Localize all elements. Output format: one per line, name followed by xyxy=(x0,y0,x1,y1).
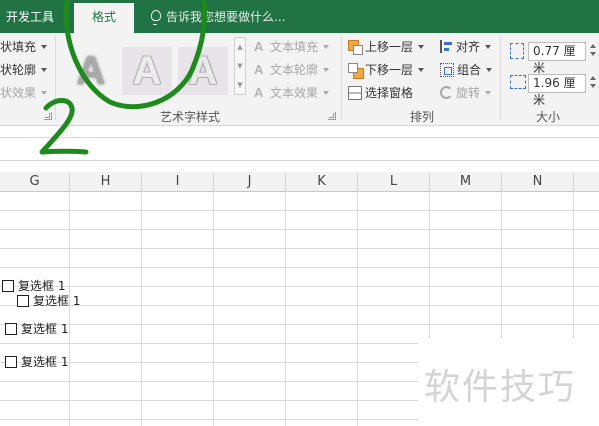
gallery-more-icon[interactable]: ▼ xyxy=(235,76,245,95)
size-group-label: 大小 xyxy=(536,110,561,124)
group-separator xyxy=(341,36,342,120)
checkbox-label: 复选框 1 xyxy=(21,322,69,336)
chevron-down-icon xyxy=(41,44,48,49)
chevron-down-icon xyxy=(418,44,425,49)
checkbox-label: 复选框 1 xyxy=(21,355,69,369)
chevron-down-icon xyxy=(418,67,425,72)
shape-outline-button[interactable]: 状轮廓 xyxy=(0,61,48,78)
shape-height-input[interactable]: 0.77 厘米 xyxy=(528,42,586,75)
align-label: 对齐 xyxy=(456,40,481,54)
bring-forward-icon xyxy=(348,39,363,55)
wordart-group-label: 艺术字样式 xyxy=(160,110,221,124)
send-backward-label: 下移一层 xyxy=(365,63,414,77)
bring-forward-button[interactable]: 上移一层 xyxy=(348,38,425,55)
shape-effects-button[interactable]: 状效果 xyxy=(0,84,48,101)
wordart-style-2[interactable]: A xyxy=(122,47,172,95)
chevron-down-icon xyxy=(323,44,330,49)
column-header-h[interactable]: H xyxy=(70,172,142,192)
dialog-launcher-icon[interactable] xyxy=(328,112,336,120)
text-effects-icon: A xyxy=(254,85,264,100)
width-spinner[interactable] xyxy=(587,74,598,93)
group-button[interactable]: 组合 xyxy=(440,61,493,78)
text-fill-label: 文本填充 xyxy=(270,40,319,54)
column-header-g[interactable]: G xyxy=(0,172,70,192)
chevron-down-icon xyxy=(485,44,492,49)
tab-developer[interactable]: 开发工具 xyxy=(6,8,54,25)
shape-outline-label: 状轮廓 xyxy=(0,63,37,77)
group-objects-icon xyxy=(440,62,454,77)
group-separator xyxy=(500,36,501,120)
arrange-group-label: 排列 xyxy=(410,110,435,124)
column-header-l[interactable]: L xyxy=(358,172,430,192)
text-outline-label: 文本轮廓 xyxy=(270,63,319,77)
watermark: 软件技巧 xyxy=(424,367,577,408)
chevron-down-icon xyxy=(323,90,330,95)
dialog-launcher-icon[interactable] xyxy=(44,112,52,120)
ribbon: 状填充 状轮廓 状效果 A A A ▲ ▼ ▼ A 文本填充 A 文本轮廓 A … xyxy=(0,33,599,126)
text-outline-button[interactable]: A 文本轮廓 xyxy=(254,61,330,78)
column-header-k[interactable]: K xyxy=(286,172,358,192)
align-button[interactable]: 对齐 xyxy=(440,38,492,55)
tab-format[interactable]: 格式 xyxy=(74,3,134,33)
chevron-down-icon xyxy=(41,67,48,72)
formula-bar[interactable] xyxy=(0,137,599,161)
rotate-button[interactable]: 旋转 xyxy=(440,84,492,101)
shape-width-input[interactable]: 1.96 厘米 xyxy=(528,74,586,107)
gallery-down-icon[interactable]: ▼ xyxy=(235,57,245,76)
shape-effects-label: 状效果 xyxy=(0,86,37,100)
checkbox-square[interactable] xyxy=(17,294,29,307)
text-outline-icon: A xyxy=(254,62,264,77)
tell-me-search[interactable]: 告诉我您想要做什么... xyxy=(150,8,285,25)
wordart-gallery[interactable]: A A A xyxy=(62,37,234,95)
wordart-style-1[interactable]: A xyxy=(66,47,116,95)
height-spinner[interactable] xyxy=(587,42,598,61)
text-fill-icon: A xyxy=(254,39,264,54)
chevron-down-icon xyxy=(41,90,48,95)
selection-pane-label: 选择窗格 xyxy=(365,86,414,100)
chevron-down-icon xyxy=(486,67,493,72)
gallery-scrollbar[interactable]: ▲ ▼ ▼ xyxy=(234,37,246,95)
checkbox-square[interactable] xyxy=(5,322,17,335)
gallery-up-icon[interactable]: ▲ xyxy=(235,38,245,57)
send-backward-button[interactable]: 下移一层 xyxy=(348,61,425,79)
column-header-n[interactable]: N xyxy=(502,172,574,192)
column-header-i[interactable]: I xyxy=(142,172,214,192)
checkbox-square[interactable] xyxy=(5,355,17,368)
rotate-label: 旋转 xyxy=(456,86,481,100)
form-checkbox[interactable]: 复选框 1 xyxy=(5,320,68,337)
chevron-down-icon xyxy=(323,67,330,72)
lightbulb-icon xyxy=(150,9,161,25)
selection-pane-icon xyxy=(348,85,362,100)
text-effects-label: 文本效果 xyxy=(270,86,319,100)
send-backward-icon xyxy=(348,62,364,79)
column-header-m[interactable]: M xyxy=(430,172,502,192)
width-icon xyxy=(510,75,526,89)
form-checkbox[interactable]: 复选框 1 xyxy=(5,353,68,370)
height-icon xyxy=(510,43,524,59)
column-header-j[interactable]: J xyxy=(214,172,286,192)
tell-me-text: 告诉我您想要做什么... xyxy=(166,10,286,24)
selection-pane-button[interactable]: 选择窗格 xyxy=(348,84,413,101)
form-checkbox[interactable]: 复选框 1 xyxy=(17,292,80,309)
shape-fill-button[interactable]: 状填充 xyxy=(0,38,48,55)
text-fill-button[interactable]: A 文本填充 xyxy=(254,38,330,55)
checkbox-label: 复选框 1 xyxy=(33,294,81,308)
shape-fill-label: 状填充 xyxy=(0,40,37,54)
chevron-down-icon xyxy=(485,90,492,95)
ribbon-tab-bar: 开发工具 格式 告诉我您想要做什么... xyxy=(0,0,599,33)
column-header-next[interactable] xyxy=(574,172,599,192)
align-icon xyxy=(440,40,453,53)
bring-forward-label: 上移一层 xyxy=(365,40,414,54)
group-label: 组合 xyxy=(457,63,482,77)
rotate-icon xyxy=(440,86,453,99)
text-effects-button[interactable]: A 文本效果 xyxy=(254,84,330,101)
wordart-style-3[interactable]: A xyxy=(178,47,228,95)
checkbox-square[interactable] xyxy=(2,279,14,292)
group-separator xyxy=(55,36,56,120)
